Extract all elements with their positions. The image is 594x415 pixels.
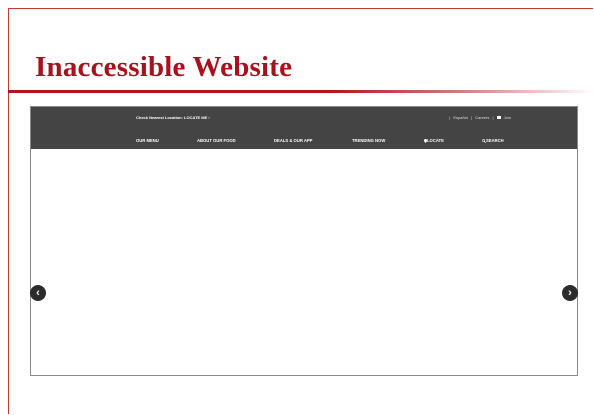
carousel-next-button[interactable]: › (562, 285, 578, 301)
website-screenshot: Check Nearest Location: LOCATE ME › | Es… (30, 106, 578, 376)
nearest-location-label: Check Nearest Location: (136, 115, 183, 120)
nav-our-menu[interactable]: OUR MENU (136, 138, 159, 143)
slide-title: Inaccessible Website (35, 51, 293, 83)
chevron-right-icon: › (208, 115, 210, 120)
nav-about-our-food[interactable]: ABOUT OUR FOOD (197, 138, 236, 143)
locate-me-link[interactable]: LOCATE ME (184, 115, 207, 120)
nav-deals-app[interactable]: DEALS & OUR APP (274, 138, 312, 143)
nav-trending-now[interactable]: TRENDING NOW (352, 138, 385, 143)
separator: | (492, 115, 494, 120)
nearest-location: Check Nearest Location: LOCATE ME › (136, 115, 210, 120)
careers-link[interactable]: Careers (475, 115, 489, 120)
separator: | (470, 115, 472, 120)
site-header: Check Nearest Location: LOCATE ME › | Es… (31, 107, 577, 149)
nav-locate[interactable]: LOCATE (424, 138, 444, 143)
espanol-link[interactable]: Español (453, 115, 467, 120)
title-underline (8, 90, 594, 93)
nav-locate-label: LOCATE (427, 138, 444, 143)
nav-search[interactable]: SEARCH (482, 138, 504, 143)
nav-search-label: SEARCH (486, 138, 504, 143)
utility-links: | Español | Careers | Join (447, 115, 511, 120)
flag-icon (496, 116, 501, 120)
join-link[interactable]: Join (504, 115, 511, 120)
separator: | (449, 115, 451, 120)
carousel-prev-button[interactable]: ‹ (30, 285, 46, 301)
